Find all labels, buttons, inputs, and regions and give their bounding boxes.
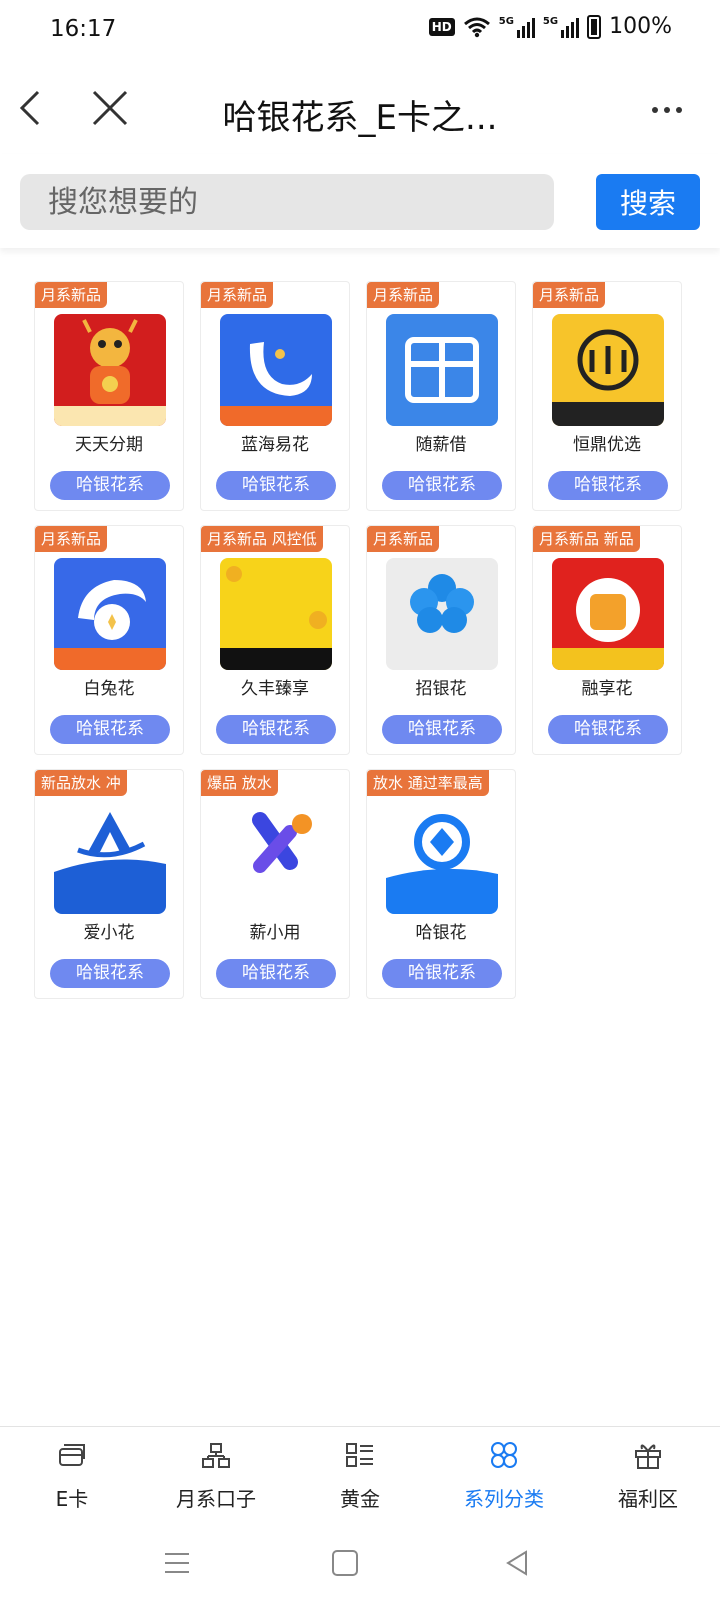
tiantian-logo bbox=[54, 314, 166, 426]
nav-item-welfare[interactable]: 福利区 bbox=[576, 1427, 720, 1526]
nav-item-monthly[interactable]: 月系口子 bbox=[144, 1427, 288, 1526]
product-badge: 月系新品 bbox=[201, 282, 274, 308]
product-grid: 月系新品 天天分期 哈银花系 月系新品 蓝海易花 哈银花系 月系新品 随薪借 哈… bbox=[34, 281, 688, 999]
menu-icon[interactable] bbox=[160, 1546, 194, 1580]
product-name: 哈银花 bbox=[415, 923, 467, 943]
system-nav-bar bbox=[0, 1526, 720, 1612]
product-badge: 月系新品 风控低 bbox=[201, 526, 323, 552]
clover-icon bbox=[491, 1442, 517, 1468]
product-series-button[interactable]: 哈银花系 bbox=[382, 471, 502, 500]
product-badge: 月系新品 新品 bbox=[533, 526, 640, 552]
nav-item-series[interactable]: 系列分类 bbox=[432, 1427, 576, 1526]
battery-level: 100% bbox=[609, 14, 672, 39]
product-badge: 爆品 放水 bbox=[201, 770, 278, 796]
product-name: 爱小花 bbox=[83, 923, 135, 943]
nav-label: 福利区 bbox=[618, 1487, 678, 1511]
zhaoyinhua-logo bbox=[386, 558, 498, 670]
product-series-button[interactable]: 哈银花系 bbox=[50, 959, 170, 988]
product-card[interactable]: 放水 通过率最高 哈银花 哈银花系 bbox=[366, 769, 516, 999]
product-name: 薪小用 bbox=[249, 923, 301, 943]
product-series-button[interactable]: 哈银花系 bbox=[50, 471, 170, 500]
nav-label: 系列分类 bbox=[464, 1487, 544, 1511]
signal-icon-2: 5G bbox=[543, 16, 580, 38]
nav-item-ecard[interactable]: E卡 bbox=[0, 1427, 144, 1526]
product-series-button[interactable]: 哈银花系 bbox=[50, 715, 170, 744]
product-name: 融享花 bbox=[581, 679, 633, 699]
hayinhua-logo bbox=[386, 802, 498, 914]
hengding-logo bbox=[552, 314, 664, 426]
product-name: 恒鼎优选 bbox=[573, 435, 641, 455]
xinxiaoyong-logo bbox=[220, 802, 332, 914]
more-options-icon[interactable] bbox=[652, 98, 692, 122]
product-card[interactable]: 月系新品 恒鼎优选 哈银花系 bbox=[532, 281, 682, 511]
product-name: 随薪借 bbox=[415, 435, 467, 455]
product-series-button[interactable]: 哈银花系 bbox=[382, 959, 502, 988]
product-series-button[interactable]: 哈银花系 bbox=[216, 959, 336, 988]
bottom-nav: E卡 月系口子 黄金 系列分类 福利区 bbox=[0, 1426, 720, 1526]
product-badge: 新品放水 冲 bbox=[35, 770, 127, 796]
page-title: 哈银花系_E卡之... bbox=[222, 98, 498, 138]
jiufeng-logo bbox=[220, 558, 332, 670]
lanhai-logo bbox=[220, 314, 332, 426]
product-badge: 月系新品 bbox=[367, 282, 440, 308]
battery-icon bbox=[587, 14, 602, 39]
product-card[interactable]: 月系新品 蓝海易花 哈银花系 bbox=[200, 281, 350, 511]
product-series-button[interactable]: 哈银花系 bbox=[216, 715, 336, 744]
product-series-button[interactable]: 哈银花系 bbox=[382, 715, 502, 744]
status-bar: 16:17 HD 5G 5G 100% bbox=[0, 0, 720, 64]
nav-item-gold[interactable]: 黄金 bbox=[288, 1427, 432, 1526]
product-name: 白兔花 bbox=[83, 679, 135, 699]
search-button[interactable]: 搜索 bbox=[596, 174, 700, 230]
product-card[interactable]: 月系新品 风控低 久丰臻享 哈银花系 bbox=[200, 525, 350, 755]
product-series-button[interactable]: 哈银花系 bbox=[548, 471, 668, 500]
status-time: 16:17 bbox=[50, 16, 117, 42]
hierarchy-icon bbox=[202, 1443, 230, 1468]
gift-icon bbox=[635, 1444, 661, 1469]
product-badge: 放水 通过率最高 bbox=[367, 770, 489, 796]
baituhua-logo bbox=[54, 558, 166, 670]
product-badge: 月系新品 bbox=[35, 526, 108, 552]
product-card[interactable]: 爆品 放水 薪小用 哈银花系 bbox=[200, 769, 350, 999]
product-badge: 月系新品 bbox=[367, 526, 440, 552]
product-card[interactable]: 新品放水 冲 爱小花 哈银花系 bbox=[34, 769, 184, 999]
suixinjie-logo bbox=[386, 314, 498, 426]
product-series-button[interactable]: 哈银花系 bbox=[548, 715, 668, 744]
card-icon bbox=[59, 1444, 85, 1466]
product-name: 久丰臻享 bbox=[241, 679, 309, 699]
nav-label: E卡 bbox=[55, 1487, 89, 1511]
product-card[interactable]: 月系新品 白兔花 哈银花系 bbox=[34, 525, 184, 755]
product-name: 蓝海易花 bbox=[241, 435, 309, 455]
search-bar: 搜索 bbox=[0, 154, 720, 248]
status-icons: HD 5G 5G 100% bbox=[428, 14, 672, 39]
product-series-button[interactable]: 哈银花系 bbox=[216, 471, 336, 500]
product-name: 招银花 bbox=[415, 679, 467, 699]
title-bar: 哈银花系_E卡之... bbox=[0, 70, 720, 154]
search-input[interactable] bbox=[20, 174, 554, 230]
signal-icon-1: 5G bbox=[499, 16, 535, 38]
product-badge: 月系新品 bbox=[35, 282, 108, 308]
nav-label: 黄金 bbox=[340, 1487, 380, 1511]
list-icon bbox=[346, 1443, 373, 1467]
product-card[interactable]: 月系新品 随薪借 哈银花系 bbox=[366, 281, 516, 511]
home-square-icon[interactable] bbox=[328, 1546, 362, 1580]
aixiaohua-logo bbox=[54, 802, 166, 914]
product-card[interactable]: 月系新品 天天分期 哈银花系 bbox=[34, 281, 184, 511]
back-triangle-icon[interactable] bbox=[500, 1546, 534, 1580]
product-card[interactable]: 月系新品 新品 融享花 哈银花系 bbox=[532, 525, 682, 755]
product-badge: 月系新品 bbox=[533, 282, 606, 308]
hd-icon: HD bbox=[428, 17, 455, 36]
nav-label: 月系口子 bbox=[176, 1487, 256, 1511]
product-card[interactable]: 月系新品 招银花 哈银花系 bbox=[366, 525, 516, 755]
product-name: 天天分期 bbox=[75, 435, 143, 455]
rongxianghua-logo bbox=[552, 558, 664, 670]
wifi-icon bbox=[463, 17, 490, 37]
